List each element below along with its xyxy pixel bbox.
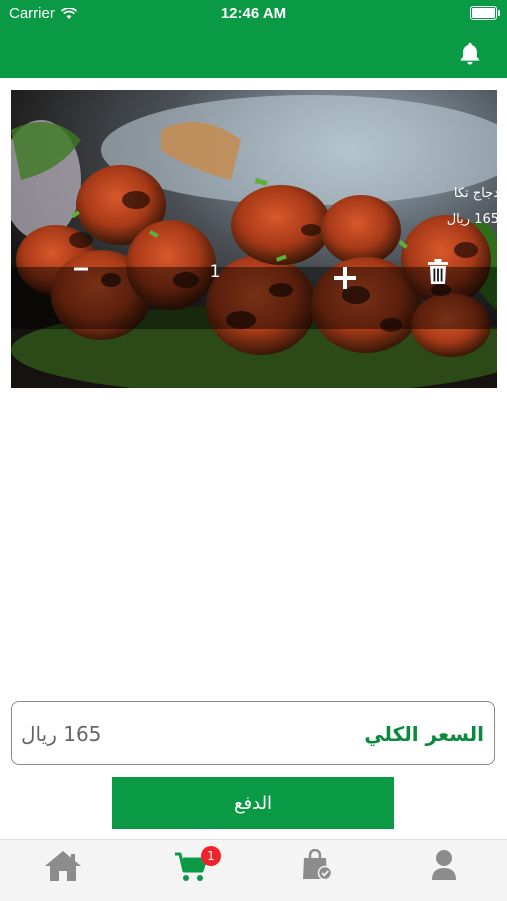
home-icon bbox=[45, 851, 81, 881]
bell-icon[interactable] bbox=[457, 40, 483, 66]
app-header: Carrier 12:46 AM bbox=[0, 0, 507, 78]
item-name: دجاج تكا bbox=[453, 186, 499, 201]
pay-button[interactable]: الدفع bbox=[112, 777, 394, 829]
total-price-box: السعر الكلي 165 ريال bbox=[11, 701, 495, 765]
cart-item-card bbox=[11, 90, 497, 388]
shopping-bag-check-icon bbox=[303, 849, 332, 881]
status-bar: Carrier 12:46 AM bbox=[0, 0, 507, 28]
decrease-quantity-button[interactable] bbox=[72, 260, 90, 278]
total-price-value: 165 ريال bbox=[21, 722, 102, 746]
cart-badge: 1 bbox=[201, 846, 221, 866]
tab-home[interactable] bbox=[24, 840, 104, 901]
total-price-label: السعر الكلي bbox=[364, 722, 484, 746]
delete-item-button[interactable] bbox=[427, 259, 449, 285]
tab-profile[interactable] bbox=[403, 840, 483, 901]
increase-quantity-button[interactable] bbox=[333, 266, 357, 290]
tab-cart[interactable]: 1 bbox=[150, 840, 230, 901]
item-price: 165 ريال bbox=[446, 212, 499, 227]
battery-icon bbox=[470, 6, 500, 20]
status-time: 12:46 AM bbox=[220, 5, 287, 22]
bottom-tab-bar: 1 bbox=[0, 839, 507, 901]
user-icon bbox=[432, 850, 456, 880]
item-controls bbox=[11, 338, 497, 388]
tab-orders[interactable] bbox=[276, 840, 356, 901]
item-quantity: 1 bbox=[209, 262, 221, 282]
